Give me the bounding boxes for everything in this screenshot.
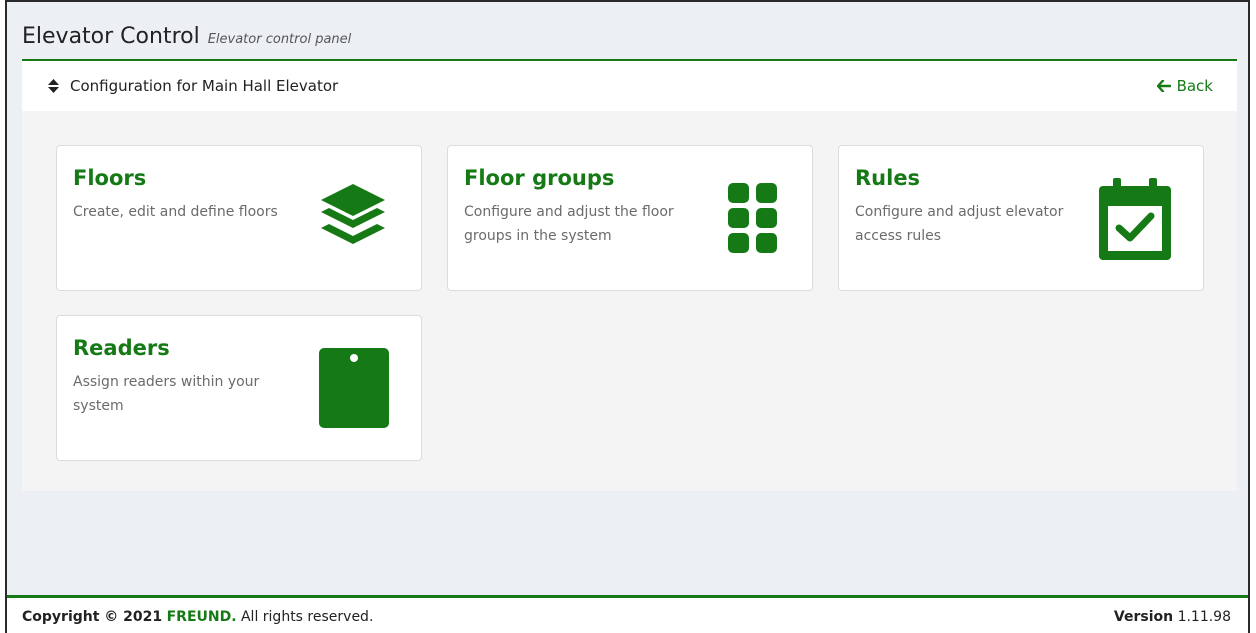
card-description: Assign readers within your system xyxy=(73,374,260,414)
card-rules[interactable]: Rules Configure and adjust elevator acce… xyxy=(838,145,1204,291)
card-readers[interactable]: Readers Assign readers within your syste… xyxy=(56,315,422,461)
copyright-suffix: All rights reserved. xyxy=(240,608,374,625)
version-value: 1.11.98 xyxy=(1177,608,1231,625)
panel-title: Configuration for Main Hall Elevator xyxy=(70,77,339,95)
configuration-panel: Configuration for Main Hall Elevator Bac… xyxy=(22,59,1237,491)
app-frame: Elevator Control Elevator control panel … xyxy=(5,0,1250,633)
copyright: Copyright © 2021 FREUND. All rights rese… xyxy=(22,609,373,625)
calendar-check-icon xyxy=(1097,178,1173,264)
arrow-left-icon xyxy=(1156,80,1171,92)
sort-icon[interactable] xyxy=(48,79,60,93)
card-description: Configure and adjust elevator access rul… xyxy=(855,204,1064,244)
card-floor-groups[interactable]: Floor groups Configure and adjust the fl… xyxy=(447,145,813,291)
footer: Copyright © 2021 FREUND. All rights rese… xyxy=(7,595,1248,633)
app-header: Elevator Control Elevator control panel xyxy=(22,24,351,54)
brand-link[interactable]: FREUND. xyxy=(167,609,237,625)
card-reader-icon xyxy=(319,348,389,432)
version-info: Version 1.11.98 xyxy=(1114,609,1231,625)
card-description: Configure and adjust the floor groups in… xyxy=(464,204,674,244)
back-label: Back xyxy=(1176,77,1213,95)
app-subtitle: Elevator control panel xyxy=(207,32,352,47)
app-title: Elevator Control xyxy=(22,24,200,49)
panel-title-group: Configuration for Main Hall Elevator xyxy=(48,77,338,95)
grid-icon xyxy=(728,183,778,257)
back-link[interactable]: Back xyxy=(1156,77,1213,95)
copyright-prefix: Copyright © 2021 xyxy=(22,608,163,625)
card-description: Create, edit and define floors xyxy=(73,204,278,220)
layer-group-icon xyxy=(321,184,385,254)
panel-header: Configuration for Main Hall Elevator Bac… xyxy=(22,61,1237,111)
card-floors[interactable]: Floors Create, edit and define floors xyxy=(56,145,422,291)
version-label: Version xyxy=(1113,608,1174,625)
